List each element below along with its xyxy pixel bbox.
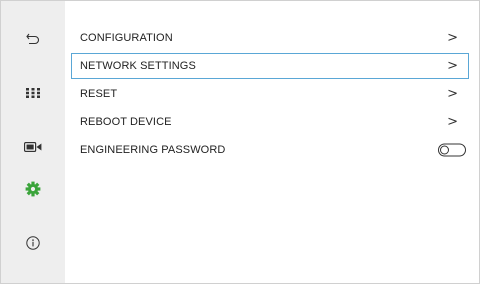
keypad-button[interactable] <box>1 73 65 113</box>
toggle-knob <box>440 145 449 155</box>
menu-item-label: REBOOT DEVICE <box>80 116 172 128</box>
chevron-right-icon: > <box>447 114 458 130</box>
keypad-icon <box>26 88 40 98</box>
menu-item-label: RESET <box>80 88 118 100</box>
chevron-right-icon: > <box>447 30 458 46</box>
menu-item-reboot-device[interactable]: REBOOT DEVICE > <box>71 109 469 135</box>
menu-item-label: ENGINEERING PASSWORD <box>80 144 226 156</box>
camera-icon <box>24 142 42 153</box>
engineering-password-toggle[interactable] <box>438 143 466 157</box>
info-icon <box>26 236 40 250</box>
settings-gear-icon <box>25 181 41 197</box>
menu-item-label: CONFIGURATION <box>80 32 173 44</box>
camera-button[interactable] <box>1 127 65 167</box>
sidebar <box>1 1 65 283</box>
back-button[interactable] <box>1 19 65 59</box>
menu-item-reset[interactable]: RESET > <box>71 81 469 107</box>
back-icon <box>26 33 40 45</box>
menu-item-label: NETWORK SETTINGS <box>80 60 196 72</box>
info-button[interactable] <box>1 223 65 263</box>
chevron-right-icon: > <box>447 86 458 102</box>
menu-item-engineering-password: ENGINEERING PASSWORD <box>71 137 469 163</box>
chevron-right-icon: > <box>447 58 458 74</box>
menu-item-configuration[interactable]: CONFIGURATION > <box>71 25 469 51</box>
settings-screen: CONFIGURATION > NETWORK SETTINGS > RESET… <box>0 0 480 284</box>
settings-menu: CONFIGURATION > NETWORK SETTINGS > RESET… <box>71 25 469 165</box>
settings-button[interactable] <box>1 169 65 209</box>
menu-item-network-settings[interactable]: NETWORK SETTINGS > <box>71 53 469 79</box>
